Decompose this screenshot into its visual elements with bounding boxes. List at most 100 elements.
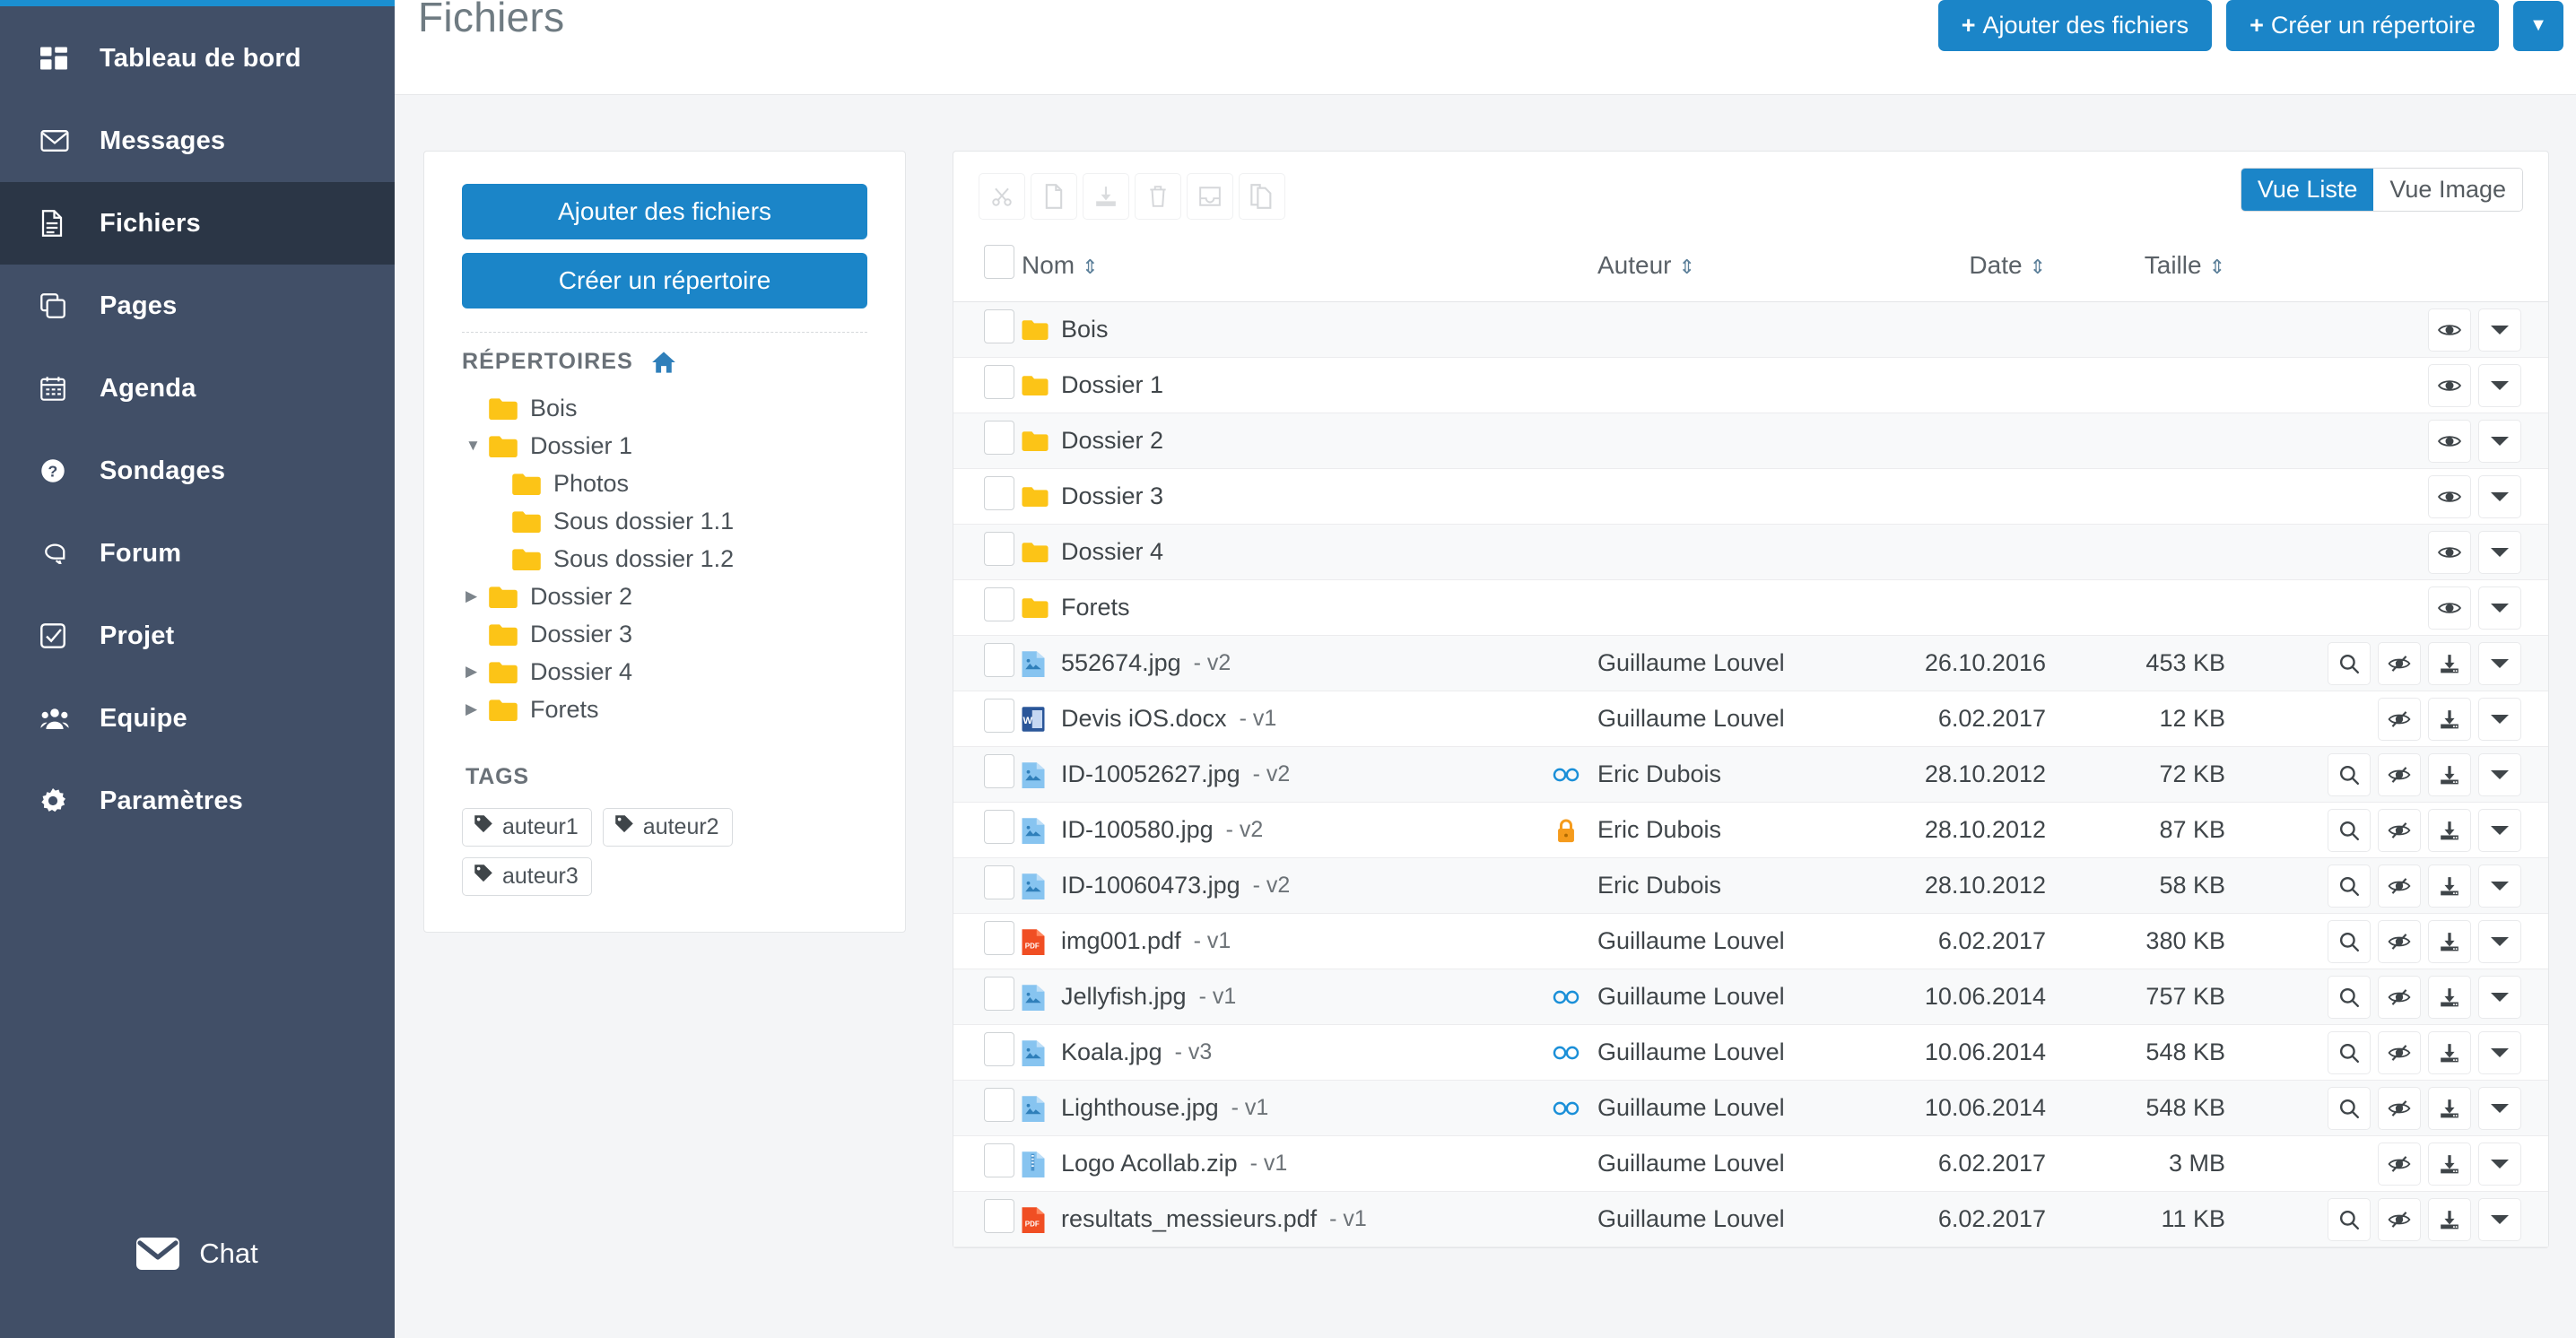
caret-down-button[interactable]: [2478, 530, 2521, 574]
trash-button[interactable]: [1135, 173, 1181, 220]
eye-slash-button[interactable]: [2378, 1086, 2421, 1130]
cut-button[interactable]: [979, 173, 1025, 220]
caret-down-button[interactable]: [2478, 919, 2521, 963]
column-name[interactable]: Nom ⇕: [1022, 229, 1535, 302]
caret-down-button[interactable]: [2478, 363, 2521, 407]
caret-down-button[interactable]: [2478, 752, 2521, 796]
table-row[interactable]: Forets: [953, 579, 2548, 636]
download-button[interactable]: [2428, 808, 2471, 852]
sidebar-item-agenda[interactable]: Agenda: [0, 347, 395, 430]
eye-slash-button[interactable]: [2378, 1197, 2421, 1241]
view-image-button[interactable]: Vue Image: [2373, 169, 2522, 211]
row-checkbox[interactable]: [984, 977, 1014, 1011]
table-row[interactable]: ID-100580.jpg - v2 Eric Dubois 28.10.2012 87…: [953, 802, 2548, 858]
search-button[interactable]: [2328, 919, 2371, 963]
sidebar-item-pages[interactable]: Pages: [0, 265, 395, 347]
more-actions-button[interactable]: ▼: [2513, 0, 2563, 51]
caret-down-button[interactable]: [2478, 586, 2521, 630]
row-checkbox[interactable]: [984, 587, 1014, 621]
eye-slash-button[interactable]: [2378, 808, 2421, 852]
row-checkbox[interactable]: [984, 365, 1014, 399]
eye-slash-button[interactable]: [2378, 697, 2421, 741]
search-button[interactable]: [2328, 641, 2371, 685]
caret-down-button[interactable]: [2478, 1142, 2521, 1186]
eye-button[interactable]: [2428, 419, 2471, 463]
caret-down-button[interactable]: [2478, 975, 2521, 1019]
eye-button[interactable]: [2428, 530, 2471, 574]
search-button[interactable]: [2328, 1197, 2371, 1241]
tree-item-bois[interactable]: Bois: [466, 389, 867, 427]
home-icon[interactable]: [651, 351, 676, 374]
search-button[interactable]: [2328, 864, 2371, 908]
row-checkbox[interactable]: [984, 476, 1014, 510]
tag-auteur1[interactable]: auteur1: [462, 808, 592, 847]
search-button[interactable]: [2328, 1086, 2371, 1130]
download-button[interactable]: [2428, 919, 2471, 963]
row-checkbox[interactable]: [984, 421, 1014, 455]
table-row[interactable]: Dossier 2: [953, 413, 2548, 469]
row-checkbox[interactable]: [984, 1143, 1014, 1177]
download-button[interactable]: [2428, 864, 2471, 908]
table-row[interactable]: Dossier 1: [953, 357, 2548, 413]
row-checkbox[interactable]: [984, 1199, 1014, 1233]
caret-down-icon[interactable]: ▼: [466, 437, 489, 455]
caret-right-icon[interactable]: ▶: [466, 700, 489, 718]
table-row[interactable]: ID-10052627.jpg - v2 Eric Dubois 28.10.2012…: [953, 746, 2548, 803]
download-button[interactable]: [2428, 1086, 2471, 1130]
table-row[interactable]: Jellyfish.jpg - v1 Guillaume Louvel 10.06.2…: [953, 969, 2548, 1025]
row-checkbox[interactable]: [984, 810, 1014, 844]
tree-item-dossier-4[interactable]: ▶ Dossier 4: [466, 653, 867, 691]
sidebar-item-projet[interactable]: Projet: [0, 595, 395, 677]
download-button[interactable]: [2428, 697, 2471, 741]
caret-down-button[interactable]: [2478, 1086, 2521, 1130]
eye-button[interactable]: [2428, 474, 2471, 518]
row-checkbox[interactable]: [984, 1032, 1014, 1066]
search-button[interactable]: [2328, 808, 2371, 852]
column-author[interactable]: Auteur ⇕: [1597, 229, 1867, 302]
copy-button[interactable]: [1031, 173, 1077, 220]
caret-down-button[interactable]: [2478, 1197, 2521, 1241]
row-checkbox[interactable]: [984, 865, 1014, 899]
sidebar-item-param-tres[interactable]: Paramètres: [0, 760, 395, 842]
caret-down-button[interactable]: [2478, 641, 2521, 685]
eye-button[interactable]: [2428, 586, 2471, 630]
row-checkbox[interactable]: [984, 921, 1014, 955]
caret-down-button[interactable]: [2478, 1030, 2521, 1074]
tree-item-dossier-2[interactable]: ▶ Dossier 2: [466, 578, 867, 615]
table-row[interactable]: Bois: [953, 301, 2548, 358]
eye-button[interactable]: [2428, 308, 2471, 352]
row-checkbox[interactable]: [984, 699, 1014, 733]
caret-right-icon[interactable]: ▶: [466, 587, 489, 605]
table-row[interactable]: W Devis iOS.docx - v1 Guillaume Louvel 6.02.…: [953, 691, 2548, 747]
duplicate-button[interactable]: [1239, 173, 1285, 220]
table-row[interactable]: Dossier 4: [953, 524, 2548, 580]
eye-slash-button[interactable]: [2378, 1030, 2421, 1074]
create-directory-button[interactable]: + Créer un répertoire: [2226, 0, 2499, 52]
caret-down-button[interactable]: [2478, 419, 2521, 463]
sidebar-item-tableau-de-bord[interactable]: Tableau de bord: [0, 17, 395, 100]
tree-item-dossier-1[interactable]: ▼ Dossier 1: [466, 427, 867, 465]
table-row[interactable]: PDF img001.pdf - v1 Guillaume Louvel 6.02.20…: [953, 913, 2548, 969]
archive-button[interactable]: [1187, 173, 1233, 220]
tree-item-dossier-3[interactable]: Dossier 3: [466, 615, 867, 653]
create-directory-button-panel[interactable]: Créer un répertoire: [462, 253, 867, 308]
download-button[interactable]: [1083, 173, 1129, 220]
row-checkbox[interactable]: [984, 754, 1014, 788]
select-all-checkbox[interactable]: [984, 245, 1014, 279]
search-button[interactable]: [2328, 1030, 2371, 1074]
table-row[interactable]: PDF resultats_messieurs.pdf - v1 Guillaume …: [953, 1191, 2548, 1247]
tree-item-photos[interactable]: Photos: [466, 465, 867, 502]
row-checkbox[interactable]: [984, 532, 1014, 566]
download-button[interactable]: [2428, 1197, 2471, 1241]
add-files-button-panel[interactable]: Ajouter des fichiers: [462, 184, 867, 239]
caret-down-button[interactable]: [2478, 308, 2521, 352]
eye-slash-button[interactable]: [2378, 1142, 2421, 1186]
row-checkbox[interactable]: [984, 1088, 1014, 1122]
sidebar-item-fichiers[interactable]: Fichiers: [0, 182, 395, 265]
download-button[interactable]: [2428, 975, 2471, 1019]
sidebar-item-messages[interactable]: Messages: [0, 100, 395, 182]
table-row[interactable]: ID-10060473.jpg - v2 Eric Dubois 28.10.2012…: [953, 857, 2548, 914]
column-date[interactable]: Date ⇕: [1867, 229, 2082, 302]
tree-item-forets[interactable]: ▶ Forets: [466, 691, 867, 728]
eye-button[interactable]: [2428, 363, 2471, 407]
